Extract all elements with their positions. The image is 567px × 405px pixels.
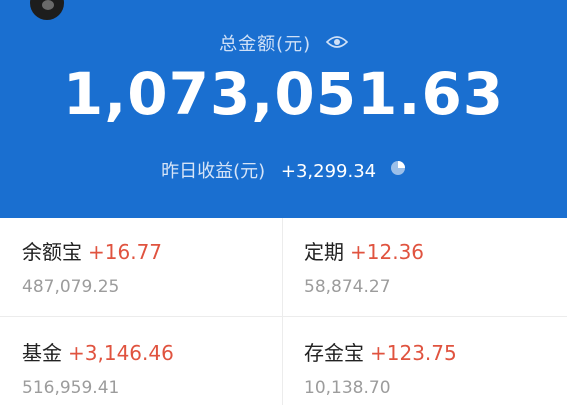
yesterday-earnings-value: +3,299.34 xyxy=(280,161,377,182)
card-title: 基金 xyxy=(22,341,62,365)
pie-chart-icon[interactable] xyxy=(390,160,406,181)
card-yuebao[interactable]: 余额宝 +16.77 487,079.25 xyxy=(22,236,162,297)
card-balance: 487,079.25 xyxy=(22,277,120,297)
card-change: +123.75 xyxy=(370,341,457,365)
assets-header: 总金额(元) 1,073,051.63 昨日收益(元) +3,299.34 xyxy=(0,0,567,218)
card-balance: 516,959.41 xyxy=(22,378,120,398)
card-jijin[interactable]: 基金 +3,146.46 516,959.41 xyxy=(22,337,174,398)
yesterday-earnings-label: 昨日收益(元) xyxy=(161,161,266,182)
card-balance: 10,138.70 xyxy=(304,378,391,398)
card-change: +3,146.46 xyxy=(68,341,174,365)
card-change: +12.36 xyxy=(350,240,425,264)
card-dingqi[interactable]: 定期 +12.36 58,874.27 xyxy=(304,236,424,297)
card-title: 定期 xyxy=(304,240,344,264)
card-title: 余额宝 xyxy=(22,240,82,264)
grid-divider-horizontal xyxy=(0,316,567,317)
card-balance: 58,874.27 xyxy=(304,277,391,297)
card-change: +16.77 xyxy=(88,240,163,264)
total-amount-value: 1,073,051.63 xyxy=(62,60,505,128)
grid-divider-vertical xyxy=(282,218,283,405)
app-logo-icon xyxy=(30,0,64,20)
card-cunjinbao[interactable]: 存金宝 +123.75 10,138.70 xyxy=(304,337,457,398)
card-title: 存金宝 xyxy=(304,341,364,365)
eye-icon[interactable] xyxy=(325,33,349,54)
yesterday-earnings-row[interactable]: 昨日收益(元) +3,299.34 xyxy=(0,157,567,183)
total-amount-label-row: 总金额(元) xyxy=(0,30,567,56)
total-amount-label: 总金额(元) xyxy=(219,34,312,55)
